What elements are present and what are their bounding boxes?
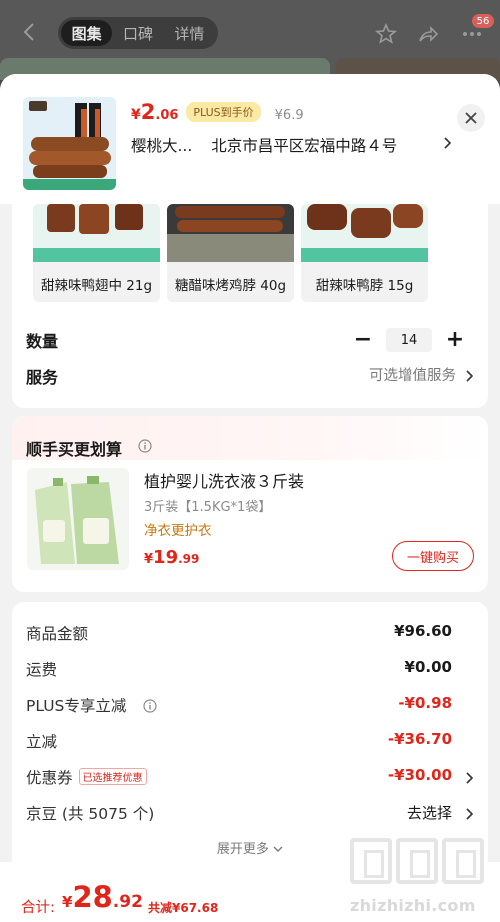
shop-name: 樱桃大... — [131, 137, 193, 155]
summary-value: -¥36.70 — [387, 730, 452, 748]
price-summary-card: 商品金额 ¥96.60 运费 ¥0.00 PLUS专享立减 -¥0.98 立减 … — [12, 602, 488, 870]
summary-row-goods-amount: 商品金额 ¥96.60 — [12, 620, 488, 644]
info-icon[interactable] — [143, 699, 157, 713]
upsell-price-integer: 19 — [153, 547, 179, 568]
summary-label: PLUS专享立减 — [26, 697, 127, 715]
close-icon — [465, 112, 477, 124]
variant-label: 甜辣味鸭脖 15g — [315, 278, 414, 294]
variant-option[interactable]: 甜辣味鸭脖 15g — [301, 204, 428, 302]
upsell-product-spec: 3斤装【1.5KG*1袋】 — [144, 500, 272, 515]
delivery-address-row[interactable]: 樱桃大... 北京市昌平区宏福中路４号 — [131, 134, 461, 156]
tab-gallery[interactable]: 图集 — [61, 20, 113, 46]
summary-row-plus-discount: PLUS专享立减 -¥0.98 — [12, 692, 488, 716]
quantity-minus-button[interactable]: − — [352, 329, 374, 351]
total-label: 合计: — [21, 900, 55, 916]
coupon-selected-badge: 已选推荐优惠 — [78, 768, 147, 785]
summary-value: ¥96.60 — [394, 622, 452, 640]
variant-image — [301, 204, 428, 262]
upsell-card: 顺手买更划算 植护婴儿洗衣液３斤装 3斤装【1.5KG*1袋】 净衣更护衣 ¥ … — [12, 416, 488, 592]
upsell-product-name[interactable]: 植护婴儿洗衣液３斤装 — [144, 468, 304, 492]
watermark-text: zhizhizhi.com — [350, 896, 476, 915]
variant-card: 甜辣味鸭翅中 21g 糖醋味烤鸡脖 40g 甜辣味鸭脖 15g 数量 − 14 — [12, 192, 488, 408]
summary-row-shipping: 运费 ¥0.00 — [12, 656, 488, 680]
service-value[interactable]: 可选增值服务 — [369, 364, 456, 385]
chevron-right-icon[interactable] — [464, 807, 474, 821]
summary-label: 运费 — [26, 661, 58, 679]
product-top-bar: 图集 口碑 详情 56 — [0, 0, 500, 80]
watermark-glyphs — [350, 838, 484, 884]
total-currency: ¥ — [62, 893, 73, 911]
upsell-product-image[interactable] — [27, 468, 129, 570]
total-discount: 共减¥67.68 — [148, 901, 219, 915]
chevron-right-icon[interactable] — [464, 369, 474, 383]
summary-row-jd-beans[interactable]: 京豆 (共 5075 个) 去选择 — [12, 800, 488, 824]
summary-value: -¥30.00 — [387, 766, 452, 784]
service-label: 服务 — [26, 368, 59, 387]
product-thumbnail — [23, 97, 116, 190]
price-currency: ¥ — [131, 107, 141, 123]
variant-list: 甜辣味鸭翅中 21g 糖醋味烤鸡脖 40g 甜辣味鸭脖 15g — [33, 204, 428, 302]
plus-price-badge: PLUS到手价 — [186, 102, 261, 122]
summary-value: ¥0.00 — [404, 658, 452, 676]
back-arrow-icon[interactable] — [18, 20, 42, 44]
variant-option[interactable]: 糖醋味烤鸡脖 40g — [167, 204, 294, 302]
total-price: ¥ 28 .92 — [62, 880, 143, 914]
summary-value[interactable]: 去选择 — [407, 802, 452, 823]
original-price: ¥6.9 — [274, 108, 304, 123]
upsell-price-currency: ¥ — [144, 552, 154, 567]
total-decimal: .92 — [112, 892, 143, 912]
tab-reviews[interactable]: 口碑 — [112, 20, 163, 46]
share-icon[interactable] — [416, 22, 440, 46]
sku-selection-sheet: ¥ 2 .06 PLUS到手价 ¥6.9 樱桃大... 北京市昌平区宏福中路４号… — [0, 74, 500, 922]
upsell-price: ¥ 19 .99 — [144, 547, 199, 568]
chevron-right-icon[interactable] — [464, 771, 474, 785]
header-price-row: ¥ 2 .06 PLUS到手价 ¥6.9 — [131, 100, 304, 125]
variant-image — [167, 204, 294, 262]
star-icon[interactable] — [374, 22, 398, 46]
upsell-product-tag: 净衣更护衣 — [144, 523, 212, 539]
chevron-down-icon — [273, 846, 283, 852]
summary-row-coupon[interactable]: 优惠券 已选推荐优惠 -¥30.00 — [12, 764, 488, 788]
quantity-stepper: − 14 + — [352, 328, 466, 352]
price-decimal: .06 — [155, 108, 179, 123]
product-tabs: 图集 口碑 详情 — [58, 17, 218, 49]
summary-value: -¥0.98 — [398, 694, 452, 712]
one-click-buy-button[interactable]: 一键购买 — [392, 541, 474, 571]
sheet-header: ¥ 2 .06 PLUS到手价 ¥6.9 樱桃大... 北京市昌平区宏福中路４号 — [0, 74, 500, 204]
quantity-input[interactable]: 14 — [386, 328, 432, 352]
upsell-title: 顺手买更划算 — [26, 440, 123, 459]
expand-more-label: 展开更多 — [216, 842, 269, 857]
summary-label: 商品金额 — [26, 625, 89, 643]
tab-details[interactable]: 详情 — [164, 20, 215, 46]
variant-image — [33, 204, 160, 262]
watermark-logo: zhizhizhi.com — [348, 838, 498, 920]
variant-option[interactable]: 甜辣味鸭翅中 21g — [33, 204, 160, 302]
total-integer: 28 — [72, 880, 113, 914]
chevron-right-icon[interactable] — [442, 136, 452, 150]
coupon-label: 优惠券 — [26, 769, 73, 787]
quantity-label: 数量 — [26, 332, 59, 351]
info-icon[interactable] — [138, 439, 152, 453]
delivery-address: 北京市昌平区宏福中路４号 — [211, 137, 398, 155]
summary-label: 优惠券 已选推荐优惠 — [26, 766, 147, 788]
quantity-plus-button[interactable]: + — [444, 329, 466, 351]
upsell-price-decimal: .99 — [178, 552, 200, 566]
summary-label: 立减 — [26, 733, 58, 751]
summary-row-instant-discount: 立减 -¥36.70 — [12, 728, 488, 752]
close-button[interactable] — [457, 104, 485, 132]
price-integer: 2 — [140, 100, 156, 124]
summary-label: 京豆 (共 5075 个) — [26, 805, 155, 823]
cart-count-badge: 56 — [472, 14, 494, 28]
variant-label: 甜辣味鸭翅中 21g — [40, 278, 153, 294]
variant-label: 糖醋味烤鸡脖 40g — [174, 278, 287, 294]
